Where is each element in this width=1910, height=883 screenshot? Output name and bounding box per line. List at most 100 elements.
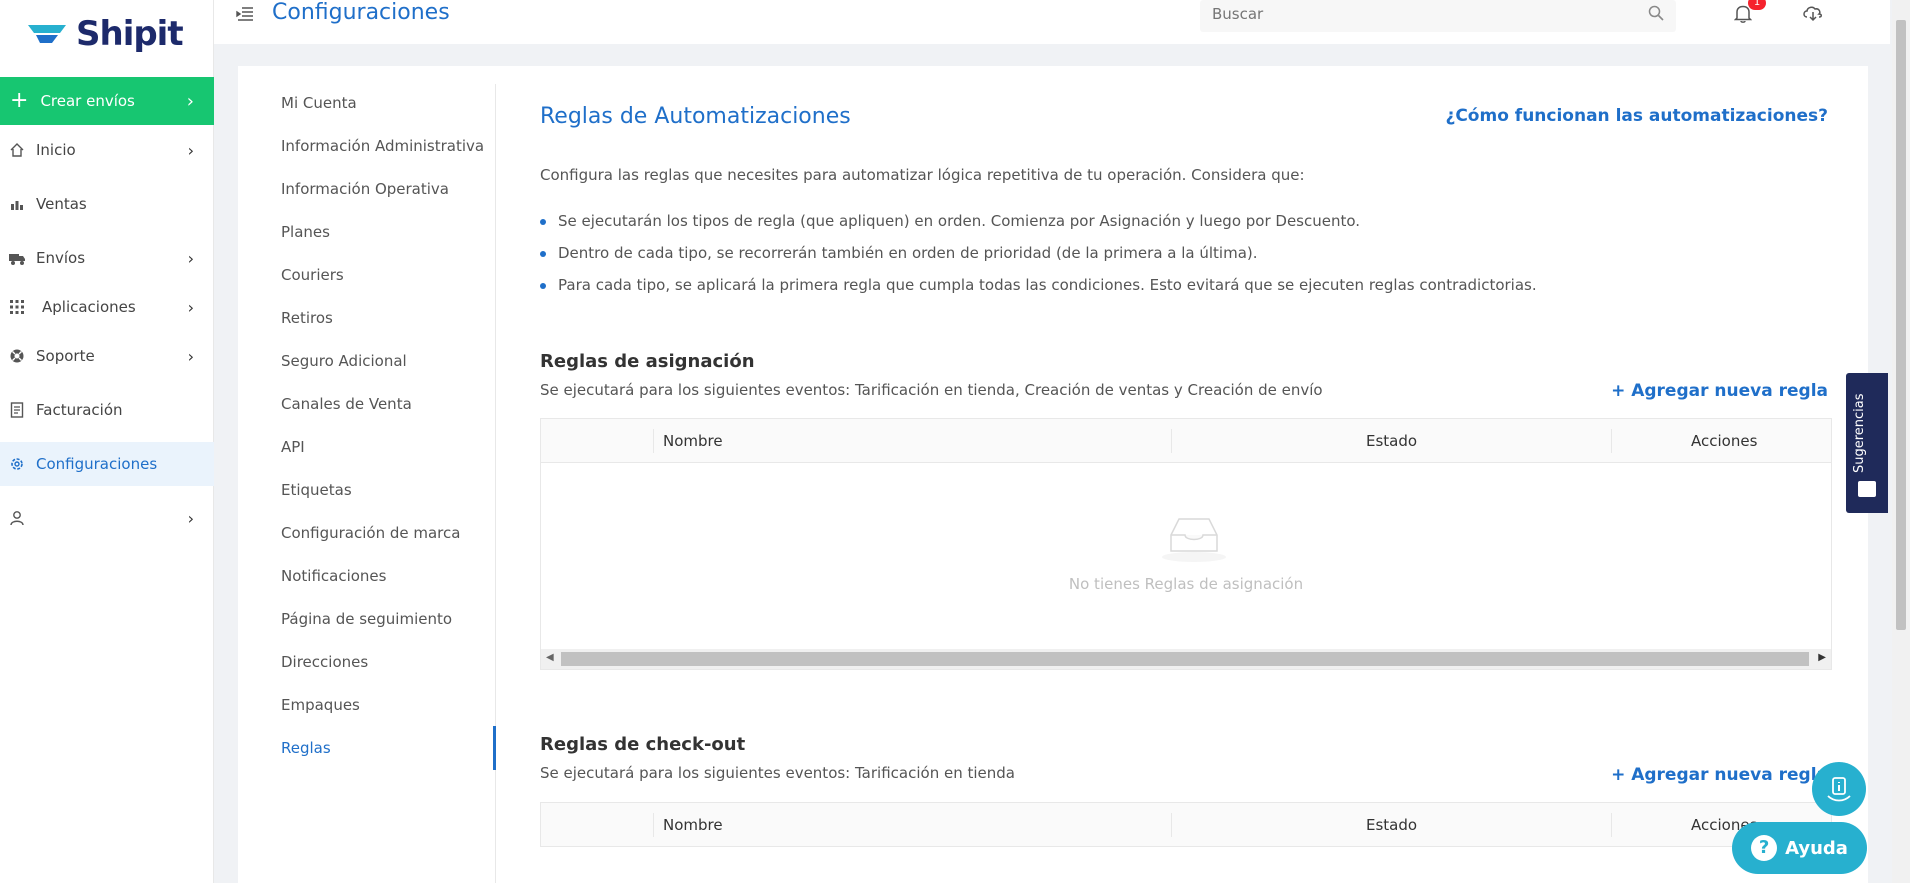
assignment-rules-table: Nombre Estado Acciones No tienes Reglas … [540, 418, 1832, 670]
horizontal-scrollbar[interactable]: ◀ ▶ [541, 649, 1831, 669]
checkout-rules-table: Nombre Estado Acciones [540, 802, 1832, 847]
column-divider [1611, 813, 1612, 837]
submenu-item-configuracion-marca[interactable]: Configuración de marca [281, 524, 460, 542]
scroll-right-icon[interactable]: ▶ [1818, 652, 1826, 663]
checkout-rules-subtitle: Se ejecutará para los siguientes eventos… [540, 764, 1015, 782]
scroll-left-icon[interactable]: ◀ [546, 652, 554, 663]
user-icon [8, 509, 26, 527]
rules-bullet: Dentro de cada tipo, se recorrerán tambi… [540, 244, 1258, 262]
column-divider [1611, 429, 1612, 453]
cloud-download-icon[interactable] [1802, 4, 1824, 26]
search-icon[interactable] [1648, 5, 1664, 25]
notification-badge: 1 [1748, 0, 1766, 10]
question-icon: ? [1751, 835, 1778, 861]
home-icon [8, 141, 26, 159]
submenu-active-indicator [493, 726, 496, 770]
submenu-item-pagina-seguimiento[interactable]: Página de seguimiento [281, 610, 452, 628]
sidebar-item-label: Configuraciones [36, 455, 158, 473]
chevron-right-icon: › [187, 297, 194, 317]
sales-icon [8, 195, 26, 213]
rules-intro: Configura las reglas que necesites para … [540, 166, 1305, 184]
submenu-item-notificaciones[interactable]: Notificaciones [281, 567, 386, 585]
chevron-right-icon: › [187, 508, 194, 528]
sidebar-item-facturacion[interactable]: Facturación [0, 388, 214, 432]
column-header-nombre[interactable]: Nombre [663, 803, 723, 847]
rules-bullet: Se ejecutarán los tipos de regla (que ap… [540, 212, 1360, 230]
column-divider [1171, 429, 1172, 453]
scrollbar-thumb[interactable] [1896, 20, 1906, 630]
submenu-item-api[interactable]: API [281, 438, 305, 456]
suggestions-tab[interactable]: Sugerencias [1846, 373, 1888, 513]
submenu-item-info-administrativa[interactable]: Información Administrativa [281, 137, 484, 155]
table-header: Nombre Estado Acciones [541, 803, 1831, 847]
sidebar-item-label: Ventas [36, 195, 87, 213]
rules-bullet: Para cada tipo, se aplicará la primera r… [540, 276, 1537, 294]
submenu-item-retiros[interactable]: Retiros [281, 309, 333, 327]
create-shipment-button[interactable]: + Crear envíos › [0, 77, 214, 125]
submenu-item-couriers[interactable]: Couriers [281, 266, 344, 284]
shipit-logo[interactable]: Shipit [26, 14, 184, 54]
column-header-nombre[interactable]: Nombre [663, 419, 723, 463]
invoice-icon [8, 401, 26, 419]
info-doc-icon [1827, 777, 1851, 802]
submenu-item-mi-cuenta[interactable]: Mi Cuenta [281, 94, 357, 112]
empty-state: No tienes Reglas de asignación [541, 463, 1831, 649]
sidebar-item-label: Inicio [36, 141, 76, 159]
add-assignment-rule-button[interactable]: + Agregar nueva regla [1611, 381, 1828, 401]
add-checkout-rule-button[interactable]: + Agregar nueva regla [1611, 765, 1828, 785]
sidebar-item-envios[interactable]: Envíos › [0, 236, 214, 280]
column-divider [653, 429, 654, 453]
top-header: Configuraciones 1 [214, 0, 1890, 44]
submenu-item-seguro-adicional[interactable]: Seguro Adicional [281, 352, 407, 370]
chevron-right-icon: › [187, 346, 194, 366]
help-button[interactable]: ? Ayuda [1732, 822, 1867, 874]
sidebar-item-configuraciones[interactable]: Configuraciones [0, 442, 214, 486]
submenu-item-info-operativa[interactable]: Información Operativa [281, 180, 449, 198]
search-box[interactable] [1200, 0, 1676, 32]
help-label: Ayuda [1785, 837, 1848, 859]
assignment-rules-title: Reglas de asignación [540, 351, 755, 372]
chevron-right-icon: › [187, 248, 194, 268]
chevron-right-icon: › [187, 140, 194, 160]
rules-title: Reglas de Automatizaciones [540, 104, 851, 129]
support-icon [8, 347, 26, 365]
scrollbar-thumb[interactable] [561, 652, 1809, 666]
logo-text: Shipit [76, 14, 184, 54]
menu-fold-icon[interactable] [236, 6, 254, 27]
plus-icon: + [10, 88, 29, 113]
accessibility-float-button[interactable] [1812, 762, 1866, 816]
submenu-item-canales-venta[interactable]: Canales de Venta [281, 395, 412, 413]
vertical-scrollbar[interactable] [1892, 0, 1910, 883]
shipit-logo-icon [28, 25, 66, 43]
table-header: Nombre Estado Acciones [541, 419, 1831, 463]
settings-submenu: Mi Cuenta Información Administrativa Inf… [238, 84, 496, 883]
column-header-estado[interactable]: Estado [1366, 803, 1417, 847]
suggestions-label: Sugerencias [1852, 393, 1867, 473]
sidebar-item-label: Facturación [36, 401, 123, 419]
assignment-rules-subtitle: Se ejecutará para los siguientes eventos… [540, 381, 1323, 399]
sidebar-item-label: Aplicaciones [42, 298, 136, 316]
sidebar-item-soporte[interactable]: Soporte › [0, 334, 214, 378]
truck-icon [8, 249, 26, 267]
apps-grid-icon [8, 298, 26, 316]
empty-inbox-icon [1162, 518, 1226, 562]
column-divider [1171, 813, 1172, 837]
column-header-estado[interactable]: Estado [1366, 419, 1417, 463]
empty-state-text: No tienes Reglas de asignación [1068, 575, 1304, 593]
submenu-item-planes[interactable]: Planes [281, 223, 330, 241]
submenu-item-direcciones[interactable]: Direcciones [281, 653, 368, 671]
submenu-item-reglas[interactable]: Reglas [281, 739, 331, 757]
chat-face-icon [1858, 481, 1876, 497]
how-automations-work-link[interactable]: ¿Cómo funcionan las automatizaciones? [1445, 106, 1828, 126]
create-shipment-label: Crear envíos [40, 92, 135, 110]
submenu-item-empaques[interactable]: Empaques [281, 696, 360, 714]
chevron-right-icon: › [186, 90, 194, 112]
sidebar-item-label: Envíos [36, 249, 86, 267]
sidebar-item-ventas[interactable]: Ventas [0, 182, 214, 226]
search-input[interactable] [1200, 0, 1620, 28]
checkout-rules-title: Reglas de check-out [540, 734, 746, 755]
sidebar-item-inicio[interactable]: Inicio › [0, 128, 214, 172]
sidebar-item-aplicaciones[interactable]: Aplicaciones › [0, 285, 214, 329]
submenu-item-etiquetas[interactable]: Etiquetas [281, 481, 352, 499]
sidebar-item-user[interactable]: › [0, 496, 214, 540]
